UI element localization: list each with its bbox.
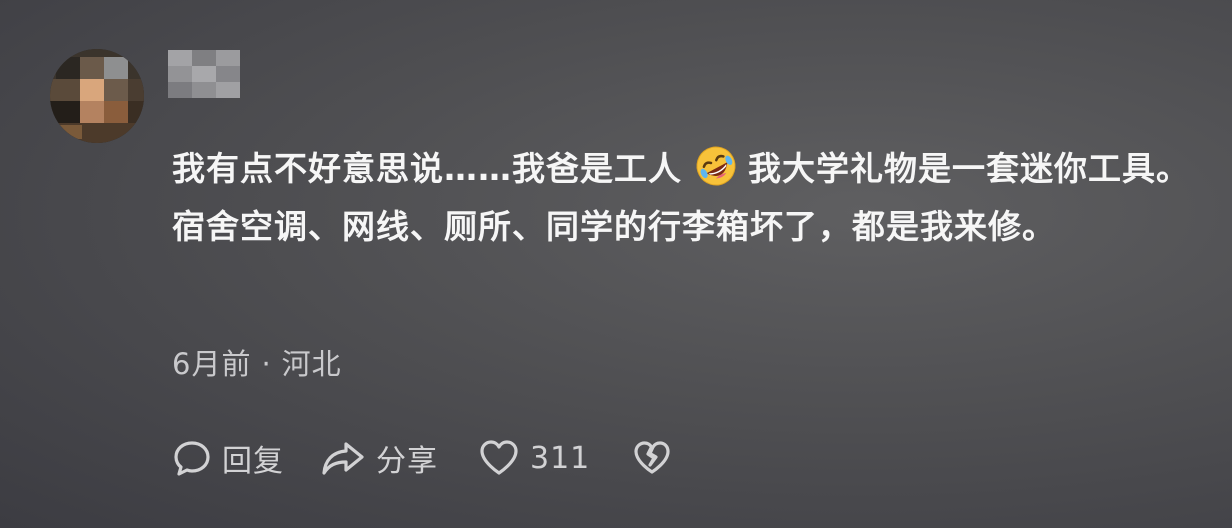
like-button[interactable]: 311 [478,438,590,478]
like-count: 311 [530,440,591,476]
comment-text-part1: 我有点不好意思说……我爸是工人 [172,149,682,188]
comment-text: 我有点不好意思说……我爸是工人 我大学礼物是一套迷你工具。宿舍空调、网线、厕所、… [172,140,1202,256]
speech-bubble-icon [172,438,212,478]
username-blurred[interactable] [168,50,240,98]
dislike-button[interactable] [632,438,672,478]
comment-actions: 回复 分享 311 [172,434,672,482]
share-arrow-icon [320,438,366,478]
broken-heart-icon [632,438,672,478]
meta-separator: · [261,347,272,381]
rolling-on-floor-laughing-emoji-icon [694,144,738,188]
comment-meta: 6月前 · 河北 [172,344,342,384]
comment-time: 6月前 [172,347,252,381]
heart-icon [478,438,520,478]
comment-location: 河北 [281,347,342,381]
reply-button[interactable]: 回复 [172,436,284,480]
share-label: 分享 [376,444,438,479]
reply-label: 回复 [222,444,284,479]
avatar[interactable] [50,49,144,143]
share-button[interactable]: 分享 [320,436,438,480]
comment-card: 我有点不好意思说……我爸是工人 我大学礼物是一套迷你工具。宿舍空调、网线、厕所、… [0,0,1232,528]
